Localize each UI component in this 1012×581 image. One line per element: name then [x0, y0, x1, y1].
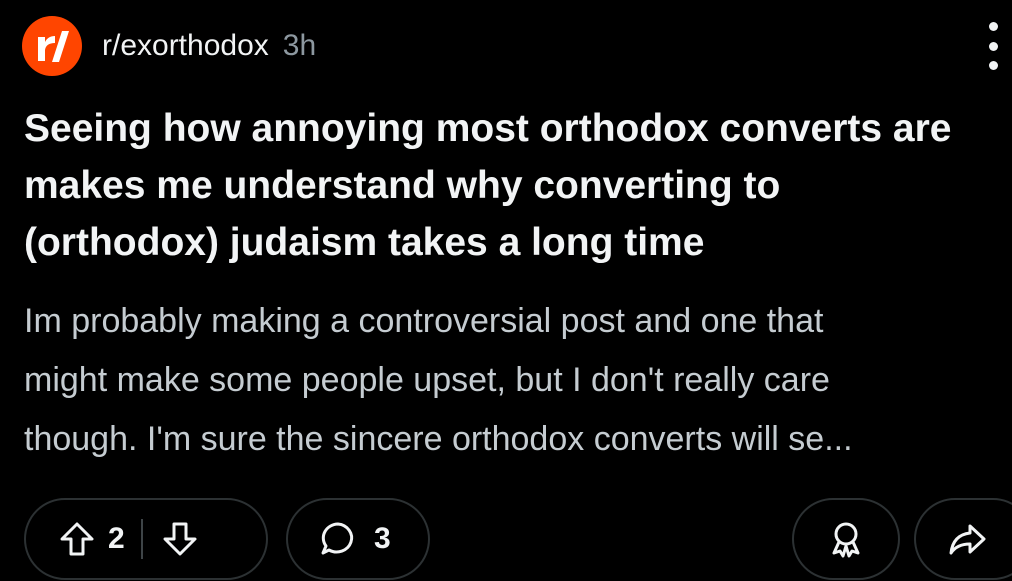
post-body-line: might make some people upset, but I don'… [24, 361, 830, 399]
comment-count: 3 [374, 522, 391, 555]
vote-bar: 2 [24, 498, 268, 580]
post-body-line: Im probably making a controversial post … [24, 302, 824, 340]
vote-count: 2 [108, 522, 125, 555]
post-header: r/exorthodox 3h [22, 16, 316, 76]
post-age: 3h [282, 29, 317, 62]
comments-button[interactable]: 3 [286, 498, 430, 580]
comment-icon [318, 519, 358, 559]
downvote-icon[interactable] [161, 520, 199, 558]
reddit-logo-icon [38, 31, 69, 62]
award-button[interactable] [792, 498, 900, 580]
post-title-line: (orthodox) judaism takes a long time [24, 221, 705, 264]
post-title-line: makes me understand why converting to [24, 164, 781, 207]
upvote-icon[interactable] [58, 520, 96, 558]
award-icon [826, 519, 866, 559]
post-body-preview[interactable]: Im probably making a controversial post … [24, 292, 1004, 469]
post-body-line: though. I'm sure the sincere orthodox co… [24, 420, 853, 458]
subreddit-name[interactable]: r/exorthodox [102, 29, 269, 63]
more-options-icon[interactable] [981, 22, 1005, 70]
subreddit-avatar[interactable] [22, 16, 82, 76]
share-icon [946, 519, 988, 559]
vote-divider [140, 519, 143, 559]
post-title-line: Seeing how annoying most orthodox conver… [24, 107, 952, 150]
post-title[interactable]: Seeing how annoying most orthodox conver… [24, 100, 1012, 271]
share-button[interactable] [914, 498, 1012, 580]
